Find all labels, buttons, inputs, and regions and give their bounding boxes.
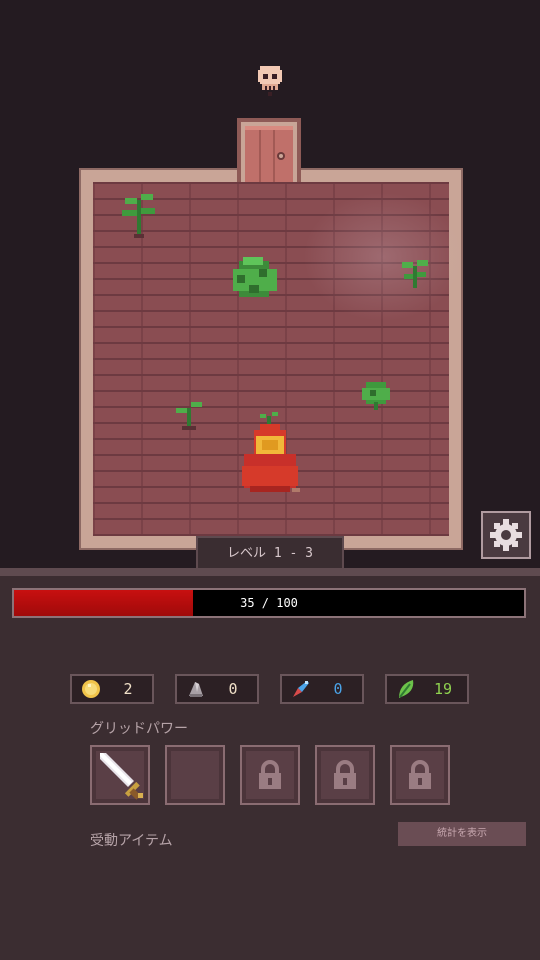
grid-slot-empty[interactable] [165, 745, 225, 805]
show-stats-button[interactable]: 統計を表示 [398, 822, 526, 846]
leaf-icon [393, 676, 419, 702]
grid-slot-locked[interactable] [240, 745, 300, 805]
lock-icon [334, 760, 356, 789]
player-character[interactable] [238, 410, 302, 500]
game-area: レベル 1 - 3 [0, 0, 540, 570]
resource-stone: 0 [175, 674, 259, 704]
passive-items-label: 受動アイテム [90, 833, 173, 849]
resource-crystal: 0 [280, 674, 364, 704]
coin-icon [78, 676, 104, 702]
stone-count: 0 [228, 680, 238, 698]
crystal-count: 0 [333, 680, 343, 698]
crystal-icon [288, 676, 314, 702]
sword-icon [100, 753, 143, 800]
hp-bar: 35 / 100 [12, 588, 526, 618]
grid-slot-locked[interactable] [390, 745, 450, 805]
grid-slot-sword[interactable] [90, 745, 150, 805]
small-bush [362, 382, 390, 410]
bottom-panel: 35 / 100 2 0 0 19 グリッドパワー 受動アイテム 統計を表示 [0, 568, 540, 960]
tall-plant [122, 194, 155, 238]
panel-divider [0, 568, 540, 576]
lock-icon [259, 760, 281, 789]
resource-leaf: 19 [385, 674, 469, 704]
hp-text: 35 / 100 [240, 596, 298, 610]
grid-slot-locked[interactable] [315, 745, 375, 805]
sprout [176, 402, 202, 430]
level-indicator: レベル 1 - 3 [196, 536, 344, 570]
skull-enemy[interactable] [254, 64, 286, 100]
coin-count: 2 [123, 680, 133, 698]
grid-power-label: グリッドパワー [90, 721, 188, 737]
gear-icon [490, 519, 522, 551]
leaf-count: 19 [433, 680, 453, 698]
settings-button[interactable] [481, 511, 531, 559]
lock-icon [409, 760, 431, 789]
light-spot [303, 192, 463, 322]
bush [233, 257, 277, 297]
stone-icon [183, 676, 209, 702]
resource-coin: 2 [70, 674, 154, 704]
door[interactable] [237, 118, 301, 182]
small-plant [402, 260, 428, 288]
